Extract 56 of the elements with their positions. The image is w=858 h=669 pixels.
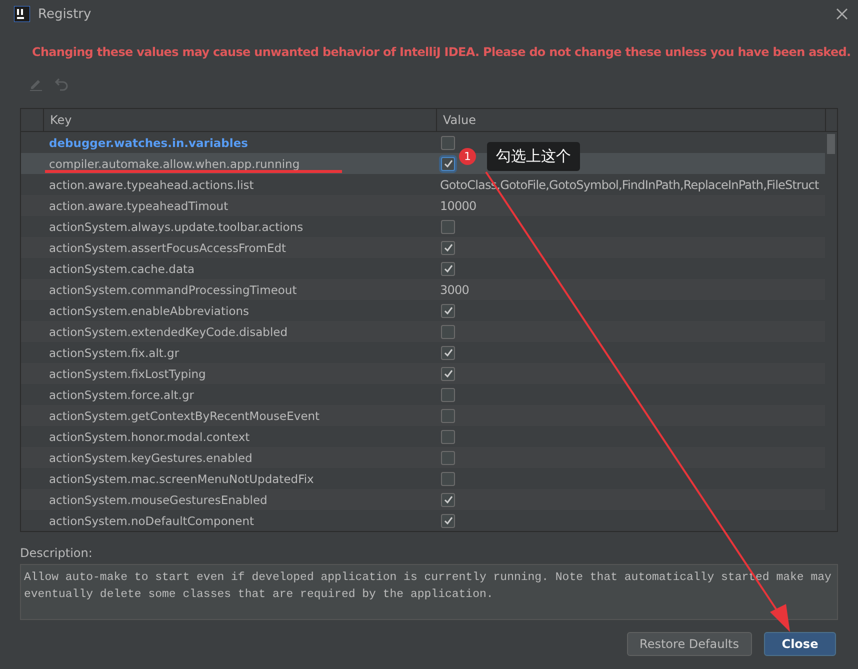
registry-key: actionSystem.fix.alt.gr	[49, 346, 180, 360]
registry-key: actionSystem.assertFocusAccessFromEdt	[49, 240, 286, 254]
checkbox[interactable]	[441, 430, 455, 444]
registry-key: actionSystem.noDefaultComponent	[49, 514, 254, 528]
checkbox[interactable]	[441, 450, 455, 464]
checkbox[interactable]	[441, 472, 455, 486]
registry-key: actionSystem.mac.screenMenuNotUpdatedFix	[49, 472, 314, 486]
registry-key: actionSystem.honor.modal.context	[49, 430, 250, 444]
app-logo-icon	[14, 6, 30, 22]
checkbox[interactable]	[441, 514, 455, 528]
table-row[interactable]: actionSystem.keyGestures.enabled	[21, 447, 825, 468]
registry-key: compiler.automake.allow.when.app.running	[49, 156, 300, 170]
checkbox[interactable]	[441, 220, 455, 234]
registry-key: action.aware.typeaheadTimout	[49, 198, 228, 212]
checkbox[interactable]	[441, 492, 455, 506]
annotation-note: 勾选上这个	[487, 142, 580, 171]
table-row[interactable]: actionSystem.mouseGesturesEnabled	[21, 489, 825, 510]
checkbox[interactable]	[441, 262, 455, 276]
column-header[interactable]: Value	[436, 109, 825, 131]
registry-key: actionSystem.always.update.toolbar.actions	[49, 220, 304, 234]
column-header[interactable]: Key	[43, 109, 436, 131]
table-row[interactable]: actionSystem.extendedKeyCode.disabled	[21, 321, 825, 342]
table-row[interactable]: action.aware.typeaheadTimout 10000	[21, 195, 825, 216]
registry-key: actionSystem.fixLostTyping	[49, 366, 206, 380]
checkbox[interactable]	[441, 304, 455, 318]
registry-key: actionSystem.mouseGesturesEnabled	[49, 492, 268, 506]
registry-value: 10000	[440, 198, 476, 212]
registry-key: actionSystem.enableAbbreviations	[49, 304, 250, 318]
checkbox[interactable]	[441, 366, 455, 380]
table-row[interactable]: actionSystem.fixLostTyping	[21, 363, 825, 384]
registry-key: actionSystem.commandProcessingTimeout	[49, 282, 297, 296]
scrollbar-thumb[interactable]	[827, 134, 835, 154]
checkbox[interactable]	[441, 240, 455, 254]
restore-defaults-button[interactable]: Restore Defaults	[626, 632, 752, 656]
table-row[interactable]: actionSystem.commandProcessingTimeout 3000	[21, 279, 825, 300]
window-title: Registry	[38, 6, 92, 22]
checkbox[interactable]	[441, 346, 455, 360]
checkbox[interactable]	[441, 408, 455, 422]
checkbox[interactable]	[441, 324, 455, 338]
registry-key: debugger.watches.in.variables	[49, 136, 248, 150]
registry-key: actionSystem.cache.data	[49, 262, 195, 276]
registry-value: 3000	[440, 282, 469, 296]
table-row[interactable]: actionSystem.getContextByRecentMouseEvent	[21, 405, 825, 426]
checkbox[interactable]	[441, 136, 455, 150]
close-button[interactable]: Close	[764, 632, 836, 656]
registry-key: action.aware.typeahead.actions.list	[49, 178, 254, 192]
registry-key: actionSystem.keyGestures.enabled	[49, 450, 252, 464]
description-label: Description:	[20, 546, 94, 560]
registry-key: actionSystem.extendedKeyCode.disabled	[49, 324, 288, 338]
close-icon[interactable]	[836, 8, 848, 20]
registry-key: actionSystem.force.alt.gr	[49, 388, 194, 402]
checkbox[interactable]	[441, 388, 455, 402]
table-row[interactable]: actionSystem.assertFocusAccessFromEdt	[21, 237, 825, 258]
registry-key: actionSystem.getContextByRecentMouseEvent	[49, 408, 320, 422]
warning-message: Changing these values may cause unwanted behavior of IntelliJ IDEA. Please do not change these unless you have been asked.	[32, 45, 851, 59]
checkbox[interactable]	[441, 156, 455, 170]
